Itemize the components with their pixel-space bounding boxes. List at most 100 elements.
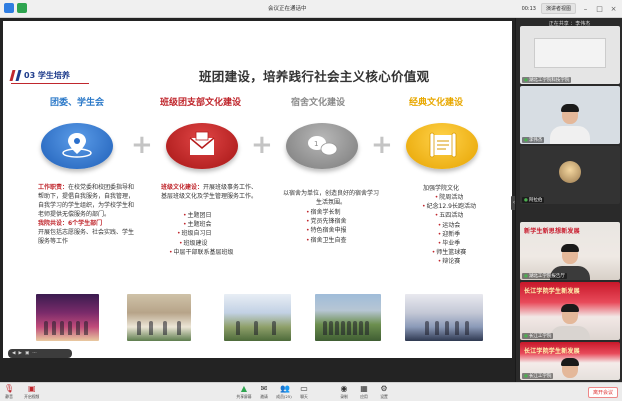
mic-on-icon: ● xyxy=(524,78,528,83)
list-item: 五四活动 xyxy=(415,211,483,220)
participant-name: ●湖北工学院报告厅 xyxy=(522,273,567,279)
background-banner: 长江学院学生新发展 xyxy=(524,288,580,295)
record-icon: ◉ xyxy=(340,384,348,393)
settings-button[interactable]: ⚙ 设置 xyxy=(372,385,396,400)
mic-on-icon: ● xyxy=(524,274,528,279)
shared-screen-slide: 03 学生培养 班团建设，培养践行社会主义核心价值观 团委、学生会 班级团支部文… xyxy=(3,21,512,358)
plus-sign-2: + xyxy=(251,130,273,160)
list-item: 中层干部联系基层班级 xyxy=(169,248,234,257)
list-item: 主题团日 xyxy=(169,211,234,220)
meeting-timer: 00:13 xyxy=(521,5,536,12)
background-banner: 新学生新思想新发展 xyxy=(524,228,580,235)
list-item: 特色宿舍申报 xyxy=(306,226,347,235)
app-logo-icon xyxy=(4,3,14,13)
participant-name: ●李伟杰 xyxy=(522,137,545,143)
participant-tile[interactable]: ●李伟杰 xyxy=(520,86,620,144)
apps-icon: ▦ xyxy=(360,384,368,393)
column-4-list: 院周活动 纪念12.9长跑活动 五四活动 运动会 迎新季 毕业季 师生篮球赛 辩… xyxy=(415,193,483,267)
members-icon: 👥 xyxy=(280,384,290,393)
photo-student-union xyxy=(36,294,99,341)
column-4-text: 加强学院文化 xyxy=(423,185,460,192)
list-item: 师生篮球赛 xyxy=(415,248,483,257)
svg-text:1: 1 xyxy=(314,140,318,148)
tag-bar-red xyxy=(9,70,16,81)
mic-on-icon: ● xyxy=(524,198,528,203)
column-1-text: 工作职责：在校党委和校团委指导和帮助下，提倡自我服务，自我管理，自我学习的学生组… xyxy=(38,183,138,246)
share-screen-icon: ▲ xyxy=(240,384,248,393)
section-tag: 03 学生培养 xyxy=(9,70,70,81)
person-body xyxy=(550,326,590,340)
participant-name: ●湖北工学院科技学院 xyxy=(522,77,572,83)
column-title-4: 经典文化建设 xyxy=(409,98,464,108)
prev-slide-icon[interactable]: ◀ xyxy=(12,351,15,356)
section-label: 03 学生培养 xyxy=(24,71,70,80)
mic-on-icon: ● xyxy=(524,334,528,339)
column-3-list: 宿舍学长制 党员先锋宿舍 特色宿舍申报 宿舍卫生自查 xyxy=(306,208,347,245)
column-2-list: 主题团日 主题班会 班级自习日 班级建设 中层干部联系基层班级 xyxy=(169,211,234,257)
col2-label: 班级文化建设： xyxy=(161,184,204,191)
plus-sign-1: + xyxy=(131,130,153,160)
scroll-icon xyxy=(406,123,478,169)
leave-meeting-button[interactable]: 离开会议 xyxy=(587,387,618,398)
layout-view-button[interactable]: 演讲者视图 xyxy=(540,3,576,14)
window-title: 会议正在通话中 xyxy=(268,6,307,12)
col1-label2: 我院共设：6个学生部门 xyxy=(38,220,103,227)
location-pin-icon xyxy=(41,123,113,169)
list-item: 党员先锋宿舍 xyxy=(306,217,347,226)
person-hair xyxy=(561,104,579,112)
person-hair xyxy=(561,304,579,312)
maximize-icon[interactable]: □ xyxy=(595,5,604,13)
photo-stage-event xyxy=(405,294,483,341)
person-body xyxy=(550,126,590,144)
close-icon[interactable]: × xyxy=(609,5,618,13)
list-item: 迎新季 xyxy=(415,230,483,239)
slide-grid-icon[interactable]: ▣ xyxy=(25,351,29,356)
photo-class-meeting xyxy=(127,294,191,341)
list-item: 宿舍学长制 xyxy=(306,208,347,217)
title-bar: 会议正在通话中 00:13 演讲者视图 – □ × xyxy=(0,0,622,18)
col1-text2: 开展包括志愿服务、社会实践、学生服务等工作 xyxy=(38,229,135,245)
list-item: 主题班会 xyxy=(169,220,234,229)
video-icon: ▣ xyxy=(27,384,36,393)
invite-icon: ✉ xyxy=(260,384,268,393)
background-banner: 长江学院学生新发展 xyxy=(524,348,580,355)
chat-bubbles-icon: 1 xyxy=(286,123,358,169)
envelope-icon xyxy=(166,123,238,169)
settings-icon: ⚙ xyxy=(380,384,388,393)
participant-name: ●长江工学院 xyxy=(522,373,554,379)
more-icon[interactable]: ⋯ xyxy=(32,351,37,356)
participant-tile[interactable]: ●湖北工学院科技学院 xyxy=(520,26,620,84)
column-title-3: 宿舍文化建设 xyxy=(291,98,346,108)
slide-title: 班团建设，培养践行社会主义核心价值观 xyxy=(199,69,430,84)
start-video-button[interactable]: ▣ 开启视频 xyxy=(24,385,39,400)
person-hair xyxy=(561,358,579,366)
mic-on-icon: ● xyxy=(524,374,528,379)
chat-button[interactable]: ▭ 聊天 xyxy=(292,385,316,400)
column-title-2: 班级团支部文化建设 xyxy=(160,98,242,108)
title-bar-left xyxy=(4,3,27,13)
title-bar-right: 00:13 演讲者视图 – □ × xyxy=(522,3,618,14)
column-3-text: 以宿舍为单位，创造良好的宿舍学习生活氛围。 xyxy=(283,190,380,206)
next-slide-icon[interactable]: ▶ xyxy=(18,351,21,356)
list-item: 毕业季 xyxy=(415,239,483,248)
list-item: 院周活动 xyxy=(415,193,483,202)
list-item: 班级建设 xyxy=(169,239,234,248)
tag-bar-blue xyxy=(15,70,22,81)
participant-tile[interactable]: 长江学院学生新发展 ●长江工学院 xyxy=(520,342,620,380)
list-item: 纪念12.9长跑活动 xyxy=(415,202,483,211)
minimize-icon[interactable]: – xyxy=(581,5,590,13)
mute-button[interactable]: 🎙 静音 xyxy=(4,385,14,400)
column-2-text: 班级文化建设：开展班级事务工作、基层班级文化及学生管理服务工作。 xyxy=(161,183,263,201)
participant-tile[interactable]: 新学生新思想新发展 ●湖北工学院报告厅 xyxy=(520,222,620,280)
participant-name: ●阿拉伯 xyxy=(522,197,545,203)
slide-controls: ◀ ▶ ▣ ⋯ xyxy=(8,349,72,358)
section-underline xyxy=(11,83,89,84)
security-shield-icon[interactable] xyxy=(17,3,27,13)
photo-dormitory xyxy=(224,294,291,341)
participant-tile[interactable]: 长江学院学生新发展 ●长江工学院 xyxy=(520,282,620,340)
plus-sign-3: + xyxy=(371,130,393,160)
participant-tile[interactable]: ●阿拉伯 xyxy=(520,146,620,204)
list-item: 班级自习日 xyxy=(169,229,234,238)
mic-icon: 🎙 xyxy=(4,384,15,393)
chat-icon: ▭ xyxy=(300,384,308,393)
